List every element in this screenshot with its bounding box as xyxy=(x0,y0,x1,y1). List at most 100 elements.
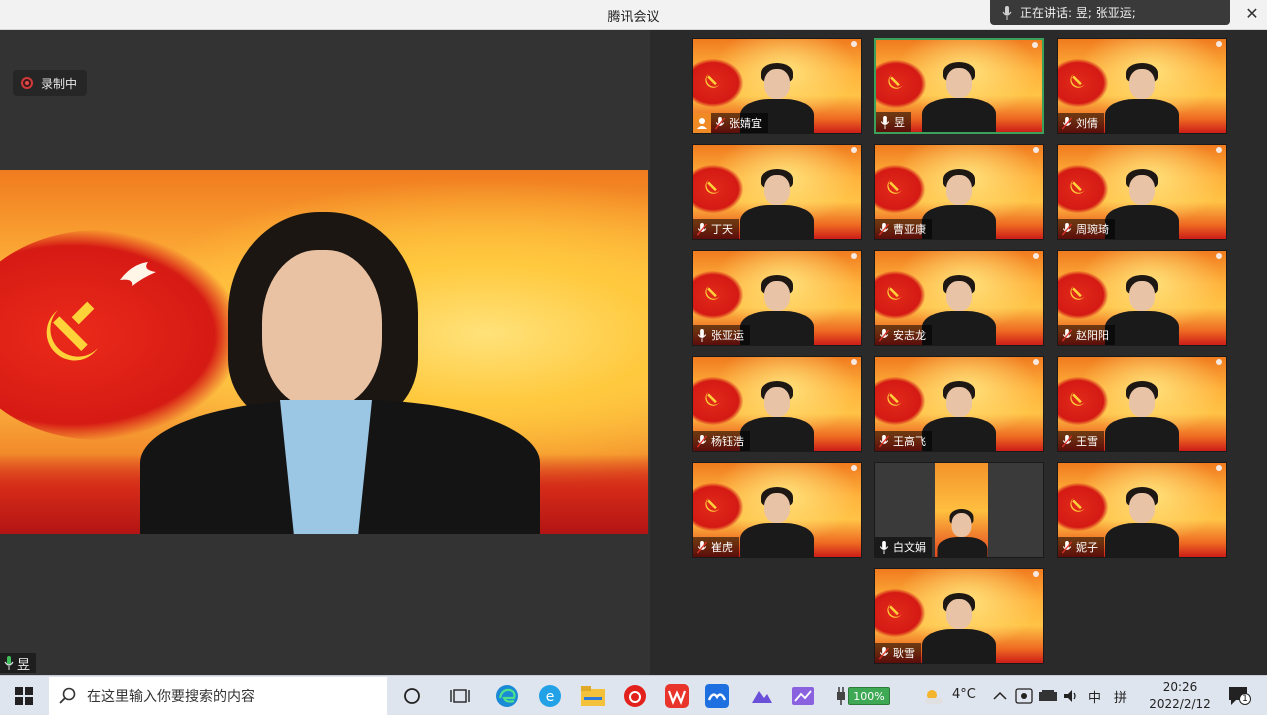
participant-tile[interactable]: 王高飞 xyxy=(874,356,1044,452)
participant-name-tag: 张婧宜 xyxy=(693,113,768,133)
self-name-tag: 昱 xyxy=(0,653,37,673)
participant-name-tag: 丁天 xyxy=(693,219,739,239)
participant-person xyxy=(935,479,988,557)
speaking-text: 正在讲话: 昱; 张亚运; xyxy=(1020,6,1136,20)
ie-browser-icon[interactable]: e xyxy=(536,682,564,710)
hammer-sickle-icon xyxy=(887,179,902,194)
participant-name-tag: 杨钰浩 xyxy=(693,431,750,451)
photos-icon[interactable] xyxy=(748,682,776,710)
participant-name: 赵阳阳 xyxy=(1076,329,1109,342)
hammer-sickle-icon xyxy=(1070,497,1085,512)
pinyin-indicator[interactable]: 拼 xyxy=(1114,687,1127,706)
participant-video xyxy=(935,463,988,557)
hammer-sickle-icon xyxy=(705,179,720,194)
participant-tile[interactable]: 杨钰浩 xyxy=(692,356,862,452)
microphone-muted-icon xyxy=(1062,328,1072,341)
tencent-meeting-icon[interactable] xyxy=(703,682,731,710)
participant-tile[interactable]: 昱 xyxy=(874,38,1044,134)
title-bar: 腾讯会议 正在讲话: 昱; 张亚运; ✕ xyxy=(0,0,1267,30)
taskbar-search-box[interactable]: 在这里输入你要搜索的内容 xyxy=(49,677,387,715)
cortana-icon[interactable] xyxy=(398,682,426,710)
tile-corner-mark xyxy=(1216,253,1222,259)
participant-tile[interactable]: 安志龙 xyxy=(874,250,1044,346)
recording-badge[interactable]: 录制中 xyxy=(13,70,88,96)
input-method-indicator[interactable]: 中 xyxy=(1088,687,1101,706)
microphone-muted-icon xyxy=(879,222,889,235)
participant-tile[interactable]: 妮子 xyxy=(1057,462,1227,558)
microphone-muted-icon xyxy=(879,434,889,447)
hammer-sickle-icon xyxy=(888,74,903,89)
participant-tile[interactable]: 刘倩 xyxy=(1057,38,1227,134)
tile-corner-mark xyxy=(851,359,857,365)
host-icon xyxy=(693,113,711,133)
main-stage: 录制中 昱 xyxy=(0,30,650,675)
participant-name-tag: 张亚运 xyxy=(693,325,750,345)
microphone-muted-icon xyxy=(697,434,707,447)
edge-browser-icon[interactable] xyxy=(493,682,521,710)
participant-name: 昱 xyxy=(894,116,905,129)
record-icon xyxy=(21,77,33,89)
tile-corner-mark xyxy=(1033,253,1039,259)
participant-name: 刘倩 xyxy=(1076,117,1098,130)
notification-center-icon[interactable]: 1 xyxy=(1226,684,1252,708)
participant-tile[interactable]: 张婧宜 xyxy=(692,38,862,134)
tile-corner-mark xyxy=(1216,147,1222,153)
tile-corner-mark xyxy=(851,147,857,153)
hammer-sickle-icon xyxy=(1070,391,1085,406)
participant-tile[interactable]: 赵阳阳 xyxy=(1057,250,1227,346)
participant-tile[interactable]: 丁天 xyxy=(692,144,862,240)
weather-icon[interactable] xyxy=(920,682,948,710)
participant-tile[interactable]: 曹亚康 xyxy=(874,144,1044,240)
tile-corner-mark xyxy=(1033,147,1039,153)
wps-icon[interactable] xyxy=(663,682,691,710)
participant-name: 妮子 xyxy=(1076,541,1098,554)
participant-name-tag: 白文娟 xyxy=(875,537,932,557)
participant-name-tag: 昱 xyxy=(876,112,911,132)
participant-name-tag: 刘倩 xyxy=(1058,113,1104,133)
weather-temperature[interactable]: 4°C xyxy=(952,687,976,702)
recording-label: 录制中 xyxy=(41,76,78,91)
participant-tile[interactable]: 白文娟 xyxy=(874,462,1044,558)
participant-person xyxy=(914,583,1004,663)
participant-person xyxy=(914,52,1004,132)
participant-tile[interactable]: 周琬琦 xyxy=(1057,144,1227,240)
close-icon[interactable]: ✕ xyxy=(1243,5,1261,23)
participant-name-tag: 曹亚康 xyxy=(875,219,932,239)
participant-tile[interactable]: 耿雪 xyxy=(874,568,1044,664)
microphone-icon xyxy=(4,656,14,670)
participant-tile[interactable]: 崔虎 xyxy=(692,462,862,558)
hammer-sickle-icon xyxy=(887,603,902,618)
participant-name-tag: 王高飞 xyxy=(875,431,932,451)
participant-name-tag: 妮子 xyxy=(1058,537,1104,557)
image-editor-icon[interactable] xyxy=(789,682,817,710)
tile-corner-mark xyxy=(851,465,857,471)
microphone-muted-icon xyxy=(879,328,889,341)
hammer-sickle-icon xyxy=(46,301,98,361)
tile-corner-mark xyxy=(1216,359,1222,365)
file-explorer-icon[interactable] xyxy=(579,682,607,710)
participant-name-tag: 崔虎 xyxy=(693,537,739,557)
tile-corner-mark xyxy=(851,253,857,259)
battery-indicator[interactable]: 100% xyxy=(848,687,890,705)
hammer-sickle-icon xyxy=(705,285,720,300)
microphone-muted-icon xyxy=(1062,434,1072,447)
hammer-sickle-icon xyxy=(705,391,720,406)
volume-icon[interactable] xyxy=(1057,682,1085,710)
netease-music-icon[interactable] xyxy=(621,682,649,710)
participant-name: 安志龙 xyxy=(893,329,926,342)
hammer-sickle-icon xyxy=(887,391,902,406)
participant-person xyxy=(1097,371,1187,451)
taskbar-clock[interactable]: 20:26 2022/2/12 xyxy=(1140,679,1220,713)
tile-corner-mark xyxy=(1033,571,1039,577)
participant-name: 王雪 xyxy=(1076,435,1098,448)
windows-start-button[interactable] xyxy=(0,676,48,715)
participant-tile[interactable]: 王雪 xyxy=(1057,356,1227,452)
microphone-muted-icon xyxy=(697,222,707,235)
microphone-muted-icon xyxy=(1062,540,1072,553)
task-view-icon[interactable] xyxy=(446,682,474,710)
notification-count: 1 xyxy=(1239,693,1251,705)
microphone-muted-icon xyxy=(1062,222,1072,235)
tile-corner-mark xyxy=(1033,359,1039,365)
participant-tile[interactable]: 张亚运 xyxy=(692,250,862,346)
participant-name: 王高飞 xyxy=(893,435,926,448)
